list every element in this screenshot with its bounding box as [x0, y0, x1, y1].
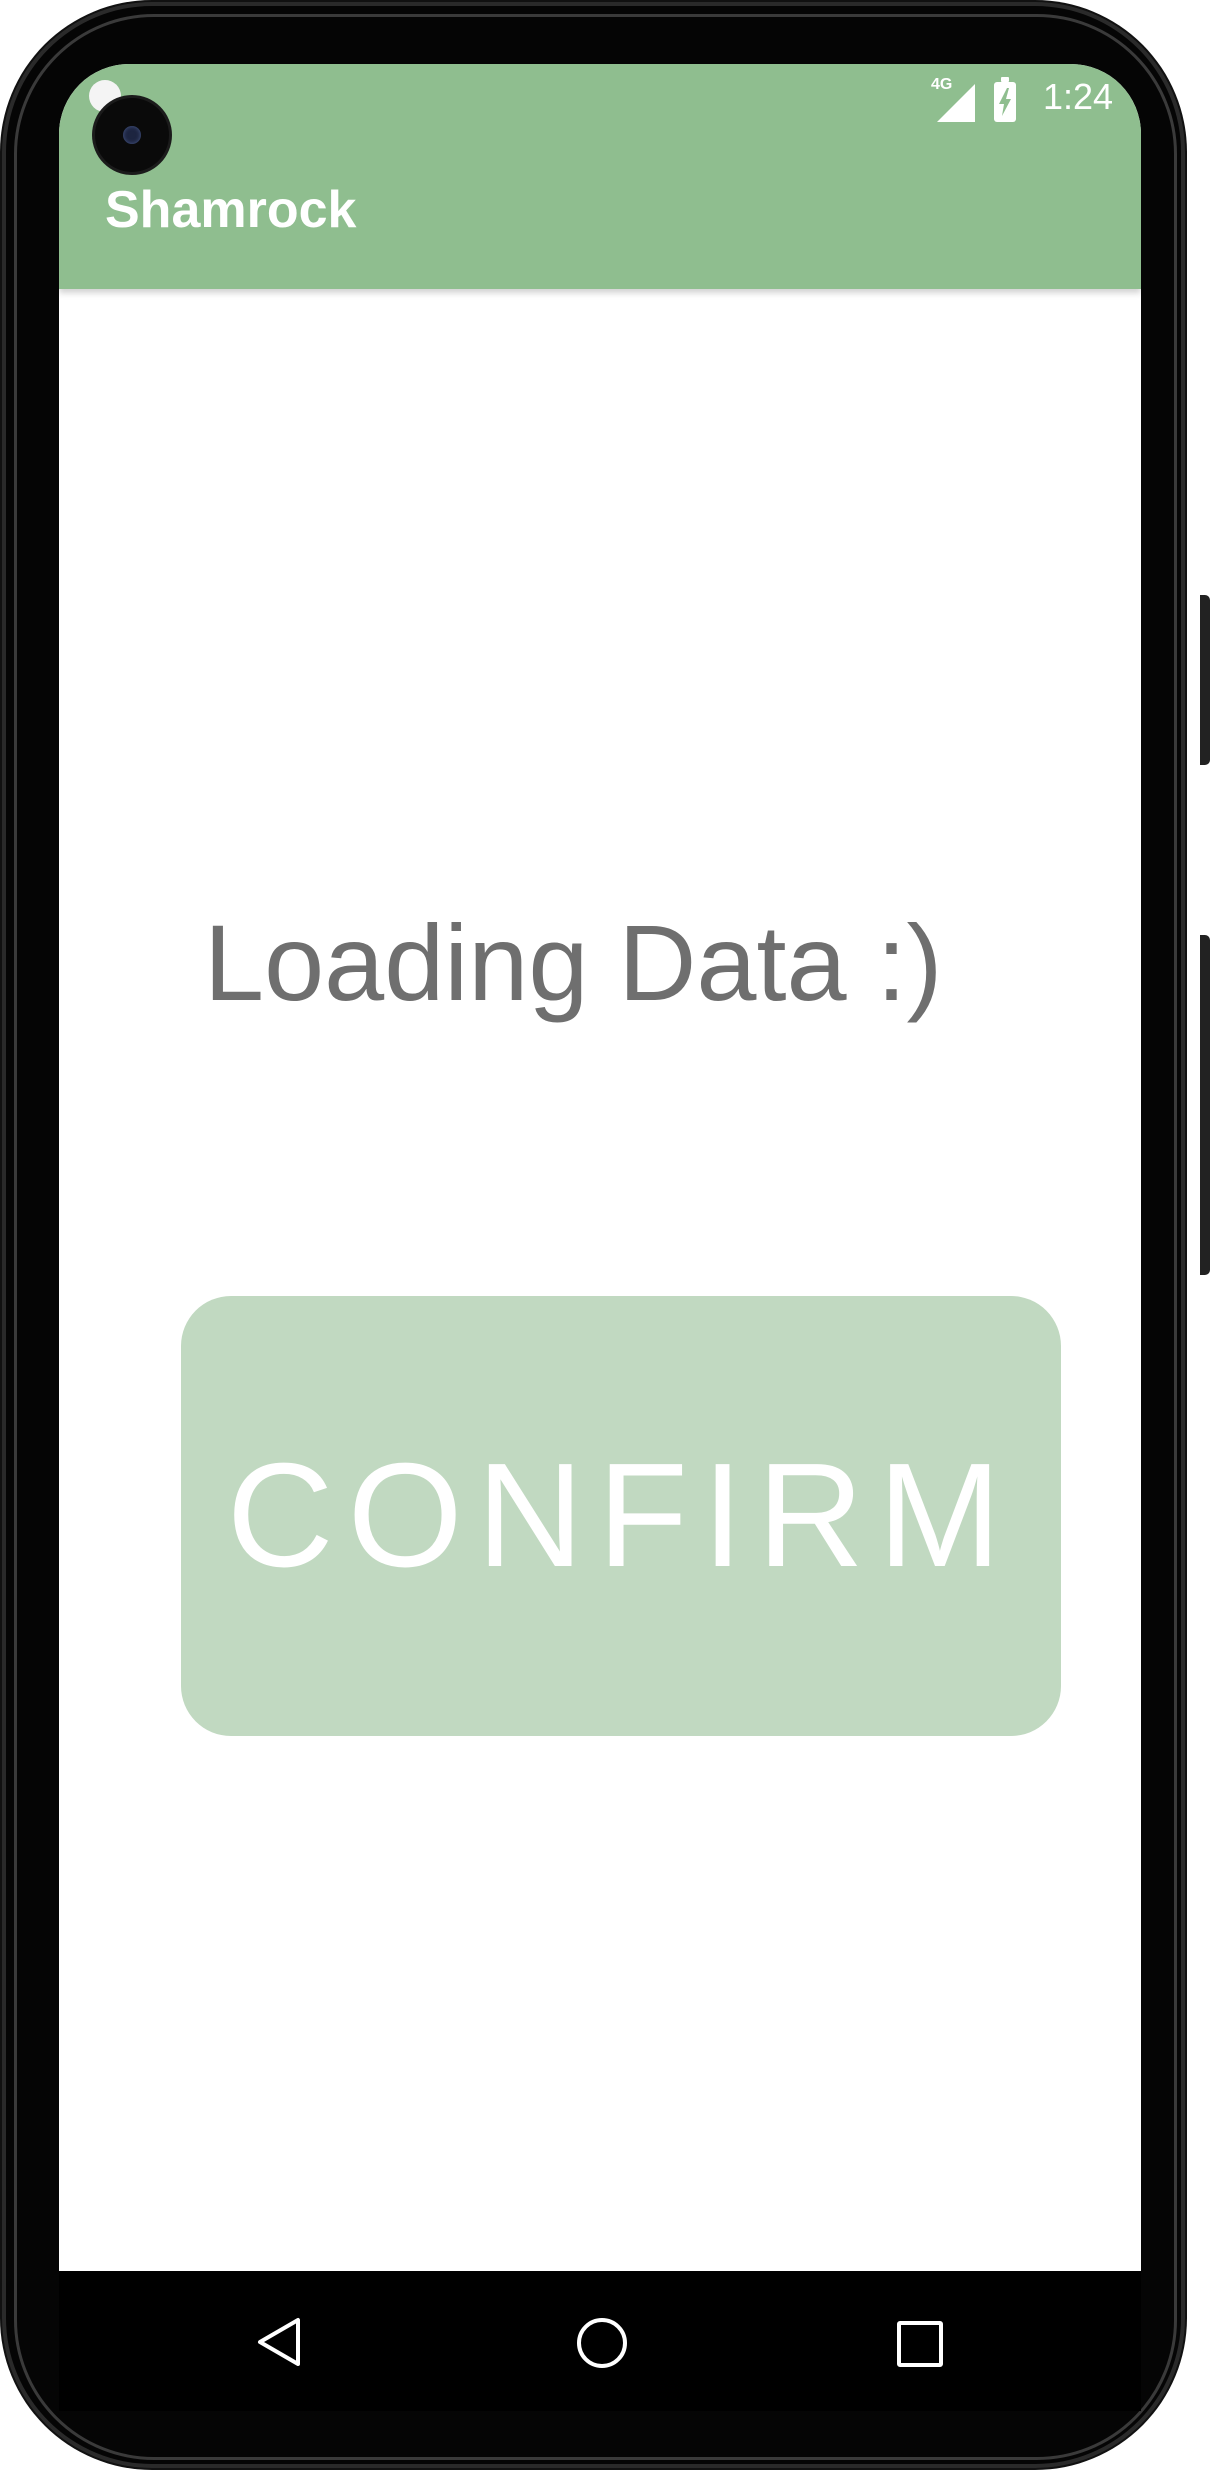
- front-camera: [95, 98, 169, 172]
- recents-icon[interactable]: [897, 2321, 943, 2367]
- network-type-label: 4G: [931, 76, 953, 93]
- home-icon[interactable]: [577, 2318, 627, 2368]
- power-button: [1200, 595, 1210, 765]
- status-time: 1:24: [1043, 76, 1114, 117]
- app-title: Shamrock: [105, 181, 357, 239]
- screen: 4G 1:24 Shamrock Loading Data :) CONFIRM: [59, 64, 1141, 2271]
- battery-charging-icon: [994, 77, 1016, 122]
- confirm-button-label: CONFIRM: [226, 1433, 1016, 1598]
- camera-lens: [123, 126, 141, 144]
- confirm-button[interactable]: CONFIRM: [181, 1296, 1061, 1736]
- back-icon[interactable]: [254, 2316, 306, 2368]
- status-bar: 4G 1:24: [59, 64, 1141, 144]
- cellular-signal-icon: 4G: [931, 76, 977, 124]
- navigation-bar: [59, 2271, 1141, 2411]
- volume-button: [1200, 935, 1210, 1275]
- loading-text: Loading Data :): [204, 902, 943, 1023]
- page: 4G 1:24 Shamrock Loading Data :) CONFIRM: [0, 0, 1211, 2474]
- app-bar: 4G 1:24 Shamrock: [59, 64, 1141, 289]
